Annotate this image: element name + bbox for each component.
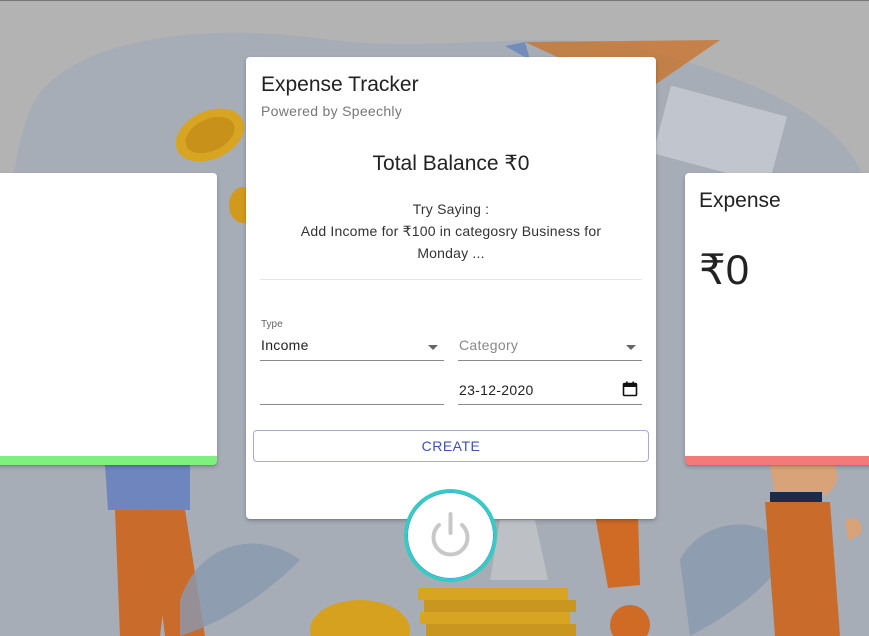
amount-input[interactable] bbox=[260, 380, 444, 405]
income-card bbox=[0, 173, 217, 465]
total-balance: Total Balance ₹0 bbox=[372, 152, 530, 175]
category-select[interactable]: Category bbox=[458, 335, 642, 361]
type-select[interactable]: Income bbox=[260, 335, 444, 361]
expense-card: Expense ₹0 bbox=[685, 173, 869, 465]
main-card: Expense Tracker Powered by Speechly Tota… bbox=[246, 57, 656, 519]
expense-card-title: Expense bbox=[699, 189, 781, 212]
mic-power-button[interactable] bbox=[404, 489, 497, 582]
divider bbox=[260, 279, 642, 280]
power-icon bbox=[431, 512, 470, 557]
calendar-icon[interactable] bbox=[622, 381, 638, 397]
voice-hint: Try Saying : Add Income for ₹100 in cate… bbox=[286, 198, 616, 264]
create-button[interactable]: CREATE bbox=[253, 430, 649, 462]
expense-card-amount: ₹0 bbox=[699, 246, 750, 293]
chevron-down-icon bbox=[626, 345, 636, 350]
app-subtitle: Powered by Speechly bbox=[261, 103, 403, 119]
app-title: Expense Tracker bbox=[261, 73, 419, 96]
chevron-down-icon bbox=[428, 345, 438, 350]
type-select-value: Income bbox=[261, 337, 309, 353]
date-input-value: 23-12-2020 bbox=[459, 382, 534, 398]
type-label: Type bbox=[261, 319, 283, 330]
hint-line-2: Add Income for ₹100 in categosry Busines… bbox=[300, 223, 602, 261]
category-select-placeholder: Category bbox=[459, 337, 519, 353]
hint-line-1: Try Saying : bbox=[412, 201, 490, 217]
date-input[interactable]: 23-12-2020 bbox=[458, 380, 642, 405]
